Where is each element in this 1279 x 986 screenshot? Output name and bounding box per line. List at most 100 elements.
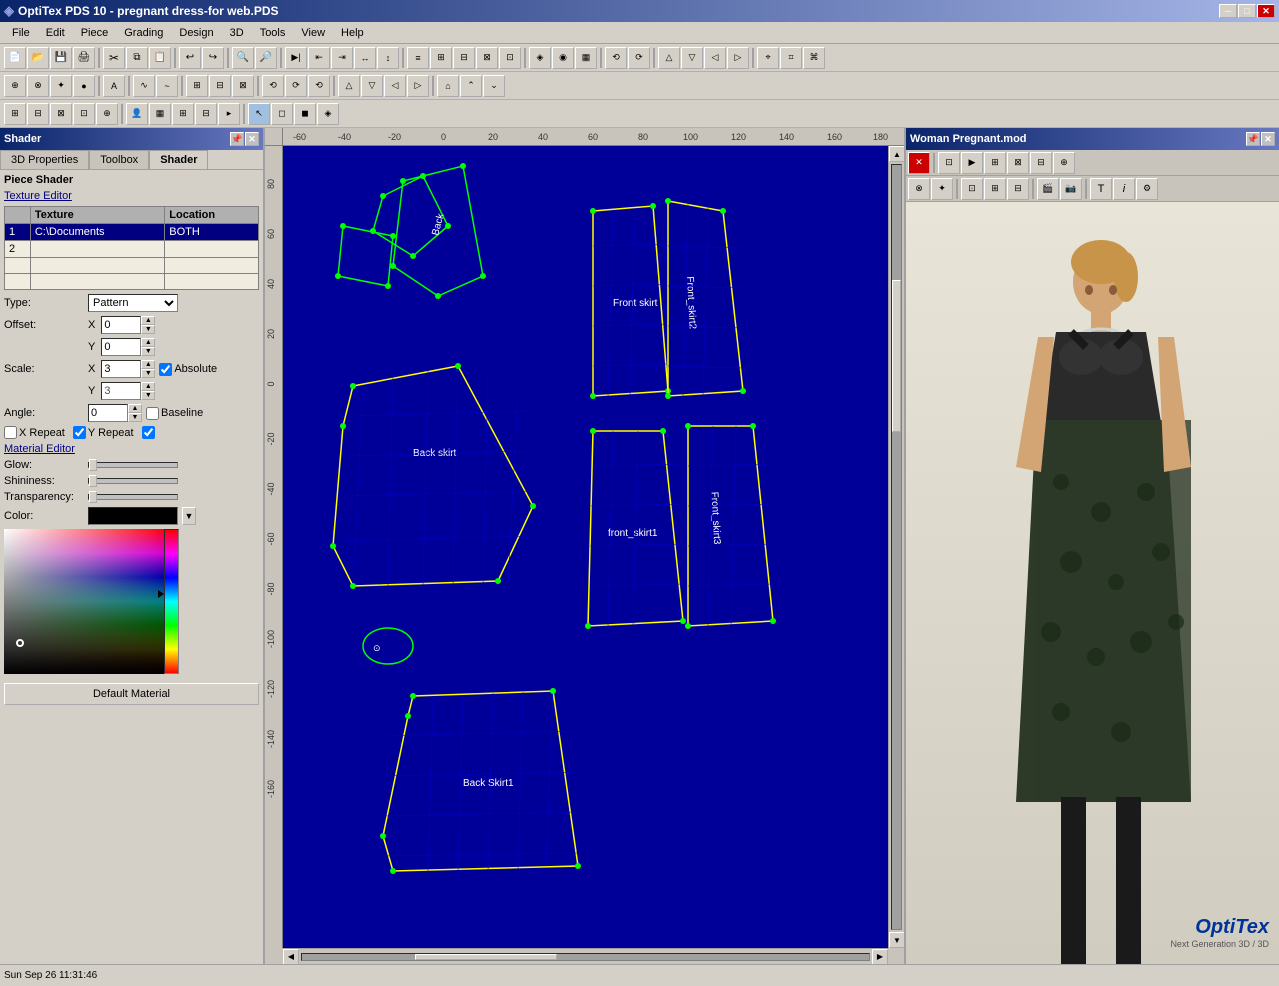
menu-design[interactable]: Design bbox=[171, 25, 221, 41]
h-scroll-thumb[interactable] bbox=[415, 954, 557, 960]
tb-b3[interactable]: ⇥ bbox=[331, 47, 353, 69]
baseline-checkbox-label[interactable]: Baseline bbox=[146, 407, 203, 420]
tb-b14[interactable]: ⟲ bbox=[605, 47, 627, 69]
scale-y-spinner[interactable]: ▲ ▼ bbox=[141, 382, 155, 400]
tb-b1[interactable]: ▶| bbox=[285, 47, 307, 69]
x-repeat-label[interactable]: X Repeat bbox=[4, 426, 65, 439]
tb2-b7[interactable]: ~ bbox=[156, 75, 178, 97]
model-tb1-b1[interactable]: ✕ bbox=[908, 152, 930, 174]
tb-b12[interactable]: ◉ bbox=[552, 47, 574, 69]
maximize-button[interactable]: □ bbox=[1238, 4, 1256, 18]
tab-shader[interactable]: Shader bbox=[149, 150, 208, 169]
tb3-b11[interactable]: ◻ bbox=[271, 103, 293, 125]
model-tb2-b1[interactable]: ⊗ bbox=[908, 178, 930, 200]
angle-input-group[interactable]: ▲ ▼ bbox=[88, 404, 142, 422]
row-texture-2[interactable] bbox=[30, 241, 164, 258]
offset-y-input[interactable] bbox=[101, 338, 141, 356]
tb-new[interactable]: 📄 bbox=[4, 47, 26, 69]
tb-b8[interactable]: ⊟ bbox=[453, 47, 475, 69]
canvas-inner[interactable]: Back Back skirt bbox=[283, 146, 888, 948]
model-viewport[interactable]: OptiTex Next Generation 3D / 3D bbox=[906, 202, 1279, 964]
tb-b15[interactable]: ⟳ bbox=[628, 47, 650, 69]
model-tb2-b7[interactable]: 📷 bbox=[1060, 178, 1082, 200]
model-tb1-b2[interactable]: ⊡ bbox=[938, 152, 960, 174]
tb3-b8[interactable]: ⊞ bbox=[172, 103, 194, 125]
model-tb2-text[interactable]: T bbox=[1090, 178, 1112, 200]
tb-copy[interactable]: ⧉ bbox=[126, 47, 148, 69]
tb-zoom-in[interactable]: 🔍 bbox=[232, 47, 254, 69]
tab-toolbox[interactable]: Toolbox bbox=[89, 150, 149, 169]
hue-bar[interactable] bbox=[164, 529, 179, 674]
model-tb1-play[interactable]: ▶ bbox=[961, 152, 983, 174]
tb3-b2[interactable]: ⊟ bbox=[27, 103, 49, 125]
tb2-b14[interactable]: △ bbox=[338, 75, 360, 97]
model-tb1-b4[interactable]: ⊠ bbox=[1007, 152, 1029, 174]
shader-pin-button[interactable]: 📌 bbox=[230, 132, 244, 146]
tb-b5[interactable]: ↕ bbox=[377, 47, 399, 69]
tb3-b6[interactable]: 👤 bbox=[126, 103, 148, 125]
model-tb2-info[interactable]: i bbox=[1113, 178, 1135, 200]
tb-b7[interactable]: ⊞ bbox=[430, 47, 452, 69]
canvas-area[interactable]: -60 -40 -20 0 20 40 60 80 100 120 140 16… bbox=[265, 128, 904, 964]
y-repeat-label[interactable]: Y Repeat bbox=[73, 426, 134, 439]
tb2-b15[interactable]: ▽ bbox=[361, 75, 383, 97]
scale-y-up[interactable]: ▲ bbox=[141, 382, 155, 391]
row-location-1[interactable]: BOTH bbox=[165, 224, 259, 241]
tb-b6[interactable]: ≡ bbox=[407, 47, 429, 69]
menu-help[interactable]: Help bbox=[333, 25, 372, 41]
scale-x-down[interactable]: ▼ bbox=[141, 369, 155, 378]
v-scrollbar[interactable]: ▲ ▼ bbox=[888, 146, 904, 948]
color-picker[interactable] bbox=[4, 529, 179, 679]
y-repeat-checkbox[interactable] bbox=[73, 426, 86, 439]
tb2-b9[interactable]: ⊟ bbox=[209, 75, 231, 97]
tb-print[interactable]: 🖨 bbox=[73, 47, 95, 69]
menu-grading[interactable]: Grading bbox=[116, 25, 171, 41]
tb-b11[interactable]: ◈ bbox=[529, 47, 551, 69]
texture-editor-label[interactable]: Texture Editor bbox=[4, 190, 259, 202]
scale-x-spinner[interactable]: ▲ ▼ bbox=[141, 360, 155, 378]
scroll-up-button[interactable]: ▲ bbox=[889, 146, 904, 162]
model-pin-button[interactable]: 📌 bbox=[1246, 132, 1260, 146]
scale-y-input-group[interactable]: ▲ ▼ bbox=[101, 382, 155, 400]
material-editor-label[interactable]: Material Editor bbox=[4, 443, 259, 455]
color-dropdown-button[interactable]: ▼ bbox=[182, 507, 196, 525]
tb2-b5[interactable]: A bbox=[103, 75, 125, 97]
default-material-button[interactable]: Default Material bbox=[4, 683, 259, 705]
model-tb2-b5[interactable]: ⊟ bbox=[1007, 178, 1029, 200]
tb-b10[interactable]: ⊡ bbox=[499, 47, 521, 69]
tb-cut[interactable]: ✂ bbox=[103, 47, 125, 69]
tb2-b11[interactable]: ⟲ bbox=[262, 75, 284, 97]
color-swatch[interactable] bbox=[88, 507, 178, 525]
tb2-b8[interactable]: ⊞ bbox=[186, 75, 208, 97]
tb-b20[interactable]: ⌖ bbox=[757, 47, 779, 69]
tb-b13[interactable]: ▦ bbox=[575, 47, 597, 69]
model-tb1-b5[interactable]: ⊟ bbox=[1030, 152, 1052, 174]
tb2-b18[interactable]: ⌂ bbox=[437, 75, 459, 97]
color-spectrum[interactable] bbox=[4, 529, 164, 674]
menu-view[interactable]: View bbox=[293, 25, 333, 41]
tb3-b9[interactable]: ⊟ bbox=[195, 103, 217, 125]
angle-input[interactable] bbox=[88, 404, 128, 422]
model-close-button[interactable]: ✕ bbox=[1261, 132, 1275, 146]
row-location-2[interactable] bbox=[165, 241, 259, 258]
tb2-b12[interactable]: ⟳ bbox=[285, 75, 307, 97]
table-row-2[interactable]: 2 bbox=[5, 241, 259, 258]
menu-file[interactable]: File bbox=[4, 25, 38, 41]
tb-paste[interactable]: 📋 bbox=[149, 47, 171, 69]
tab-3d-properties[interactable]: 3D Properties bbox=[0, 150, 89, 169]
table-row-1[interactable]: 1 C:\Documents BOTH bbox=[5, 224, 259, 241]
scroll-left-button[interactable]: ◀ bbox=[283, 949, 299, 965]
tb-undo[interactable]: ↩ bbox=[179, 47, 201, 69]
tb-b22[interactable]: ⌘ bbox=[803, 47, 825, 69]
offset-y-up[interactable]: ▲ bbox=[141, 338, 155, 347]
tb-save[interactable]: 💾 bbox=[50, 47, 72, 69]
h-scrollbar[interactable]: ◀ ▶ bbox=[283, 948, 888, 964]
tb-b21[interactable]: ⌗ bbox=[780, 47, 802, 69]
tb-zoom-out[interactable]: 🔎 bbox=[255, 47, 277, 69]
offset-y-spinner[interactable]: ▲ ▼ bbox=[141, 338, 155, 356]
tb2-b17[interactable]: ▷ bbox=[407, 75, 429, 97]
model-tb2-b8[interactable]: ⚙ bbox=[1136, 178, 1158, 200]
y-repeat-extra-checkbox[interactable] bbox=[142, 426, 155, 439]
model-tb2-b4[interactable]: ⊞ bbox=[984, 178, 1006, 200]
angle-up[interactable]: ▲ bbox=[128, 404, 142, 413]
